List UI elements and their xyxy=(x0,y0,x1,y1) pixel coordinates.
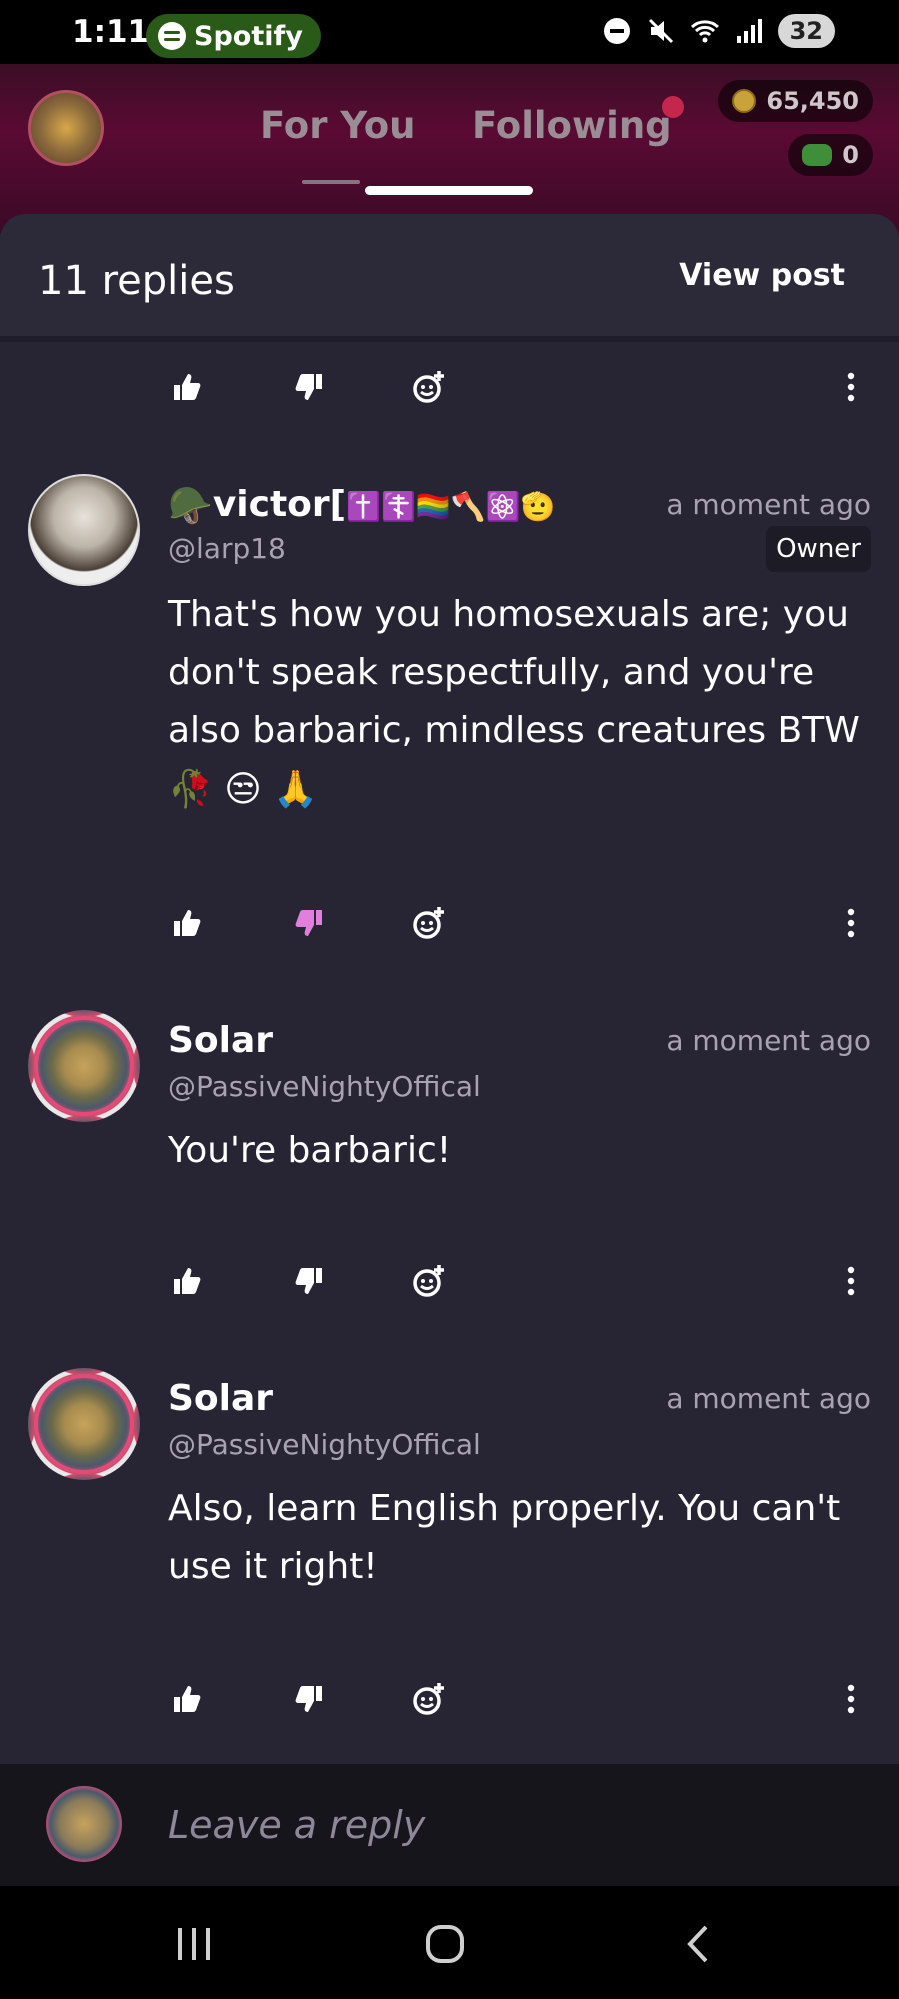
thumbs-up-icon[interactable] xyxy=(162,1674,212,1724)
avatar xyxy=(46,1786,122,1862)
screen: 1:11 Spotify 32 For You Following 65,450… xyxy=(0,0,899,1999)
thumbs-down-icon[interactable] xyxy=(284,898,334,948)
back-icon[interactable] xyxy=(668,1920,728,1968)
system-nav-bar xyxy=(0,1886,899,1999)
comment-handle[interactable]: @larp18 xyxy=(168,532,286,565)
spotify-icon xyxy=(158,22,186,50)
cash-balance[interactable]: 0 xyxy=(788,134,873,176)
comment-actions xyxy=(0,1256,899,1306)
replies-count: 11 replies xyxy=(38,258,235,304)
tab-indicator-active xyxy=(365,186,533,195)
replies-header: 11 replies View post xyxy=(0,214,899,342)
thumbs-down-icon[interactable] xyxy=(284,1256,334,1306)
battery-level: 32 xyxy=(789,17,823,45)
add-reaction-icon[interactable] xyxy=(404,1674,454,1724)
more-vertical-icon[interactable] xyxy=(826,362,876,412)
tab-indicator-inactive xyxy=(302,180,360,184)
notification-dot xyxy=(662,96,684,118)
recent-apps-icon[interactable] xyxy=(164,1920,224,1968)
avatar[interactable] xyxy=(28,1010,140,1122)
reply-bar xyxy=(0,1764,899,1886)
do-not-disturb-icon xyxy=(603,18,630,44)
mute-icon xyxy=(648,18,673,44)
thumbs-down-icon[interactable] xyxy=(284,1674,334,1724)
signal-icon xyxy=(736,19,762,43)
tab-following[interactable]: Following xyxy=(472,104,672,147)
more-vertical-icon[interactable] xyxy=(826,1256,876,1306)
comment-author[interactable]: Solar xyxy=(168,1020,273,1061)
coin-balance[interactable]: 65,450 xyxy=(718,80,873,122)
app-header: For You Following 65,450 0 xyxy=(0,64,899,234)
comment-text: That's how you homosexuals are; you don'… xyxy=(168,586,878,819)
view-post-button[interactable]: View post xyxy=(679,258,845,293)
name-suffix-emoji: ✝️☦️🏳️‍🌈🪓⚛️🫡 xyxy=(346,489,556,523)
more-vertical-icon[interactable] xyxy=(826,898,876,948)
now-playing-label: Spotify xyxy=(194,20,303,52)
coin-balance-value: 65,450 xyxy=(766,87,859,115)
reply-input[interactable] xyxy=(168,1794,848,1856)
status-time: 1:11 xyxy=(72,14,150,50)
coin-icon xyxy=(732,89,757,113)
comment-text: Also, learn English properly. You can't … xyxy=(168,1488,841,1587)
name-emoji: 🪖 xyxy=(168,486,213,527)
author-name: victor[ xyxy=(212,484,347,525)
comment-text: You're barbaric! xyxy=(168,1130,452,1171)
replies-sheet: 11 replies View post 🪖victor[✝️☦️🏳️‍🌈🪓⚛️… xyxy=(0,214,899,1764)
profile-avatar[interactable] xyxy=(28,90,104,166)
add-reaction-icon[interactable] xyxy=(404,1256,454,1306)
comment-time: a moment ago xyxy=(666,1382,871,1415)
thumbs-down-icon[interactable] xyxy=(284,362,334,412)
comment-time: a moment ago xyxy=(666,488,871,521)
comment-emoji: 🥀 😒 🙏 xyxy=(168,769,319,810)
add-reaction-icon[interactable] xyxy=(404,362,454,412)
avatar[interactable] xyxy=(28,474,140,586)
status-bar: 1:11 Spotify 32 xyxy=(0,0,899,64)
owner-badge: Owner xyxy=(766,526,871,572)
tab-for-you[interactable]: For You xyxy=(260,104,415,147)
now-playing-pill[interactable]: Spotify xyxy=(146,14,321,58)
more-vertical-icon[interactable] xyxy=(826,1674,876,1724)
comment-handle[interactable]: @PassiveNightyOffical xyxy=(168,1070,481,1103)
comment-author[interactable]: Solar xyxy=(168,1378,273,1419)
comment-body: That's how you homosexuals are; you don'… xyxy=(168,594,860,751)
avatar[interactable] xyxy=(28,1368,140,1480)
home-icon[interactable] xyxy=(415,1920,475,1968)
comment-actions xyxy=(0,362,899,412)
comment-handle[interactable]: @PassiveNightyOffical xyxy=(168,1428,481,1461)
comment-actions xyxy=(0,1674,899,1724)
cash-icon xyxy=(802,144,833,166)
comment-author[interactable]: 🪖victor[✝️☦️🏳️‍🌈🪓⚛️🫡 xyxy=(168,484,555,527)
cash-balance-value: 0 xyxy=(842,141,859,169)
thumbs-up-icon[interactable] xyxy=(162,1256,212,1306)
comment-time: a moment ago xyxy=(666,1024,871,1057)
add-reaction-icon[interactable] xyxy=(404,898,454,948)
thumbs-up-icon[interactable] xyxy=(162,362,212,412)
comment-actions xyxy=(0,898,899,948)
thumbs-up-icon[interactable] xyxy=(162,898,212,948)
status-icons: 32 xyxy=(602,14,835,48)
battery-indicator: 32 xyxy=(777,14,835,48)
wifi-icon xyxy=(690,20,719,43)
